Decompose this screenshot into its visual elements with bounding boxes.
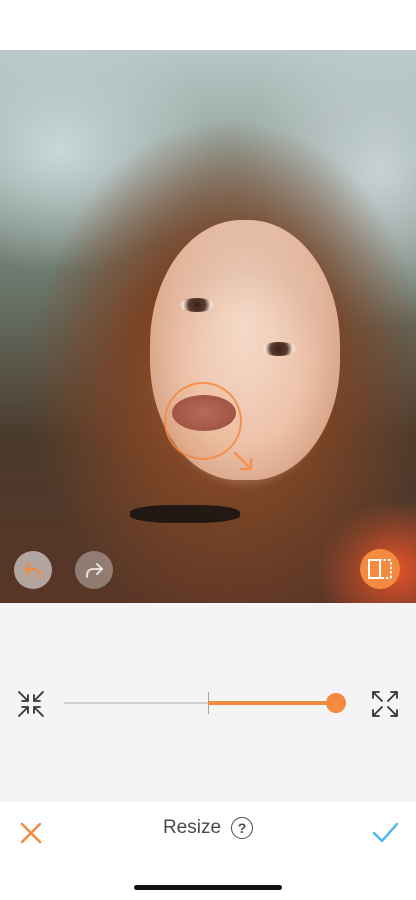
size-slider-fill bbox=[208, 701, 336, 705]
resize-brush-circle[interactable] bbox=[164, 382, 242, 460]
undo-icon bbox=[24, 563, 41, 578]
undo-button[interactable] bbox=[14, 551, 52, 589]
tool-title-group: Resize ? bbox=[0, 817, 416, 839]
adjustment-panel bbox=[0, 603, 416, 802]
compare-button[interactable] bbox=[360, 549, 400, 589]
size-slider-thumb[interactable] bbox=[326, 693, 346, 713]
expand-arrows-icon[interactable] bbox=[370, 689, 400, 719]
home-indicator bbox=[134, 885, 282, 890]
photo-choker bbox=[130, 505, 240, 523]
photo-left-eye bbox=[180, 298, 214, 312]
checkmark-icon bbox=[372, 822, 399, 843]
redo-button[interactable] bbox=[75, 551, 113, 589]
confirm-button[interactable] bbox=[370, 818, 400, 848]
photo-canvas[interactable] bbox=[0, 50, 416, 603]
compare-icon bbox=[368, 559, 392, 579]
photo-right-eye bbox=[262, 342, 296, 356]
help-icon[interactable]: ? bbox=[231, 817, 254, 839]
tool-title: Resize bbox=[162, 817, 222, 838]
resize-handle-arrow-icon[interactable] bbox=[232, 450, 254, 472]
status-bar bbox=[0, 0, 416, 50]
redo-icon bbox=[86, 563, 103, 578]
shrink-arrows-icon[interactable] bbox=[16, 689, 46, 719]
bottom-toolbar: Resize ? bbox=[0, 802, 416, 900]
